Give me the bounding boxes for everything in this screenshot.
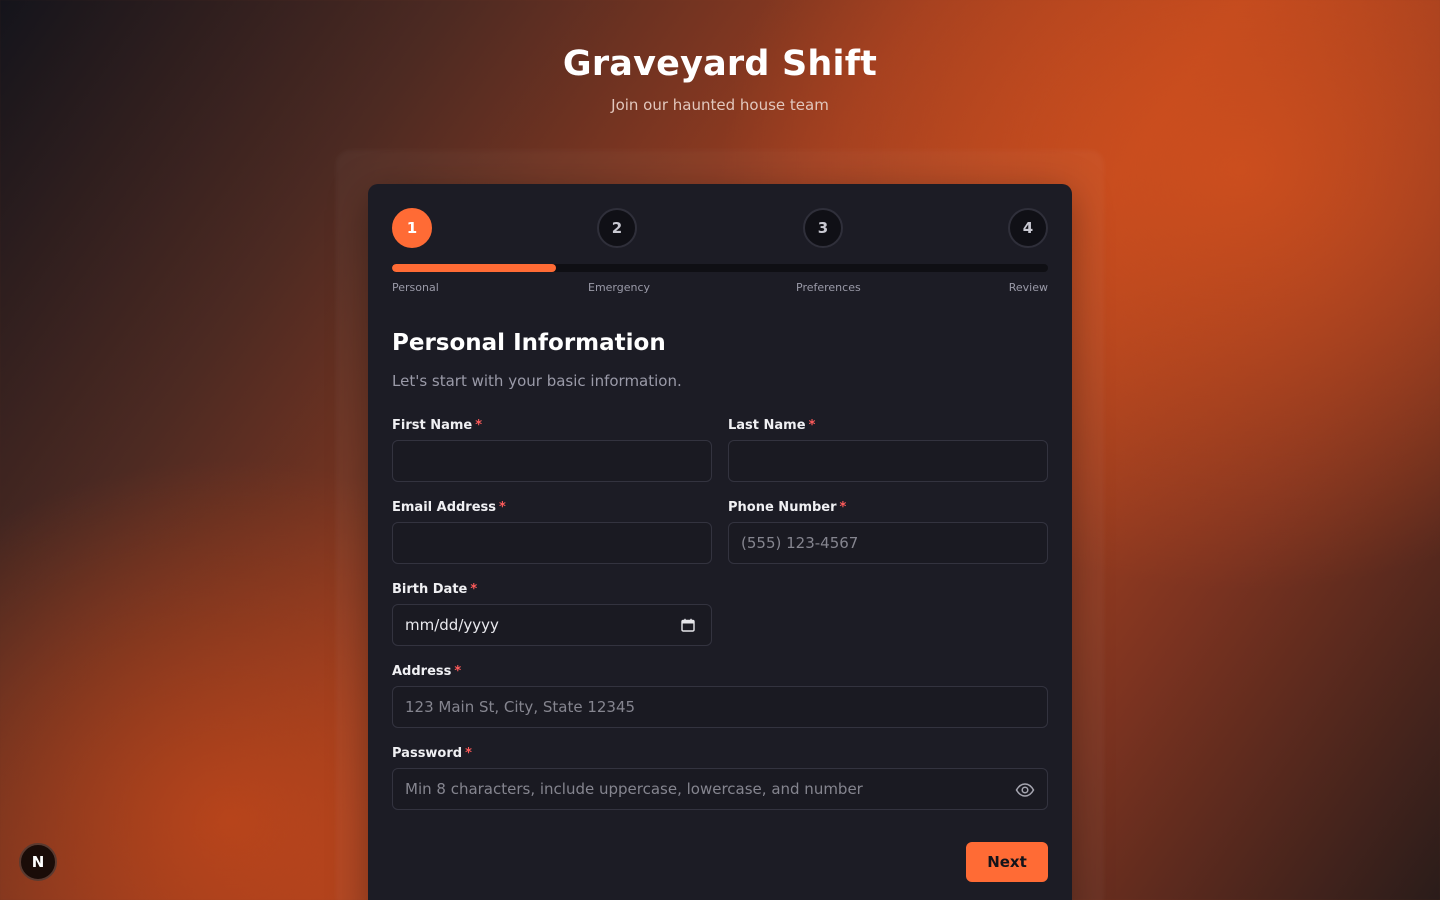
page-title: Graveyard Shift [562, 44, 878, 84]
section-title: Personal Information [392, 330, 666, 356]
required-marker: * [499, 500, 506, 515]
address-group: Address * 123 Main St, City, State 12345 [392, 664, 1048, 728]
form-card: 1 2 3 4 Personal Emergency Preferences R… [368, 184, 1072, 900]
nextjs-badge[interactable]: N [19, 843, 57, 881]
address-input[interactable]: 123 Main St, City, State 12345 [392, 686, 1048, 728]
step-indicator: 1 2 3 4 [392, 208, 1048, 248]
step-2-circle[interactable]: 2 [597, 208, 637, 248]
phone-group: Phone Number * (555) 123-4567 [728, 500, 1048, 564]
email-input[interactable] [392, 522, 712, 564]
required-marker: * [454, 664, 462, 679]
email-label-text: Email Address [392, 500, 497, 515]
progress-bar [392, 264, 1048, 272]
email-label: Email Address * [392, 500, 712, 516]
required-marker: * [470, 582, 478, 597]
phone-label-text: Phone Number [728, 500, 837, 515]
password-input[interactable]: Min 8 characters, include uppercase, low… [392, 768, 1048, 810]
birth-date-value: mm/dd/yyyy [405, 616, 499, 634]
first-name-input[interactable] [392, 440, 712, 482]
step-labels: Personal Emergency Preferences Review [392, 281, 1048, 297]
birth-date-label-text: Birth Date [392, 582, 468, 597]
first-name-group: First Name * [392, 418, 712, 482]
password-label-text: Password [392, 746, 463, 761]
first-name-label-text: First Name [392, 418, 473, 433]
phone-placeholder: (555) 123-4567 [741, 534, 859, 552]
progress-bar-fill [392, 264, 556, 272]
next-button[interactable]: Next [966, 842, 1048, 882]
step-label-emergency: Emergency [588, 281, 651, 294]
last-name-label: Last Name * [728, 418, 1048, 434]
step-4-circle[interactable]: 4 [1008, 208, 1048, 248]
email-group: Email Address * [392, 500, 712, 564]
step-3-circle[interactable]: 3 [803, 208, 843, 248]
address-label-text: Address [392, 664, 452, 679]
password-placeholder: Min 8 characters, include uppercase, low… [405, 780, 863, 798]
password-group: Password * Min 8 characters, include uppe… [392, 746, 1048, 810]
phone-input[interactable]: (555) 123-4567 [728, 522, 1048, 564]
step-1-circle[interactable]: 1 [392, 208, 432, 248]
address-placeholder: 123 Main St, City, State 12345 [405, 698, 636, 716]
password-label: Password * [392, 746, 1048, 762]
last-name-input[interactable] [728, 440, 1048, 482]
page-subtitle: Join our haunted house team [611, 96, 829, 114]
step-label-personal: Personal [392, 281, 439, 294]
eye-icon[interactable] [1015, 780, 1035, 800]
birth-date-label: Birth Date * [392, 582, 712, 598]
last-name-group: Last Name * [728, 418, 1048, 482]
step-label-review: Review [1008, 281, 1048, 294]
section-description: Let's start with your basic information. [392, 372, 682, 390]
step-label-preferences: Preferences [796, 281, 861, 294]
last-name-label-text: Last Name [728, 418, 806, 433]
required-marker: * [839, 500, 847, 515]
address-label: Address * [392, 664, 1048, 680]
birth-date-group: Birth Date * mm/dd/yyyy [392, 582, 712, 646]
required-marker: * [475, 418, 483, 433]
page-header: Graveyard Shift Join our haunted house t… [0, 44, 1440, 114]
phone-label: Phone Number * [728, 500, 1048, 516]
calendar-icon[interactable] [681, 618, 695, 632]
required-marker: * [808, 418, 816, 433]
nextjs-logo-icon: N [31, 853, 45, 871]
birth-date-input[interactable]: mm/dd/yyyy [392, 604, 712, 646]
first-name-label: First Name * [392, 418, 712, 434]
required-marker: * [465, 746, 472, 761]
